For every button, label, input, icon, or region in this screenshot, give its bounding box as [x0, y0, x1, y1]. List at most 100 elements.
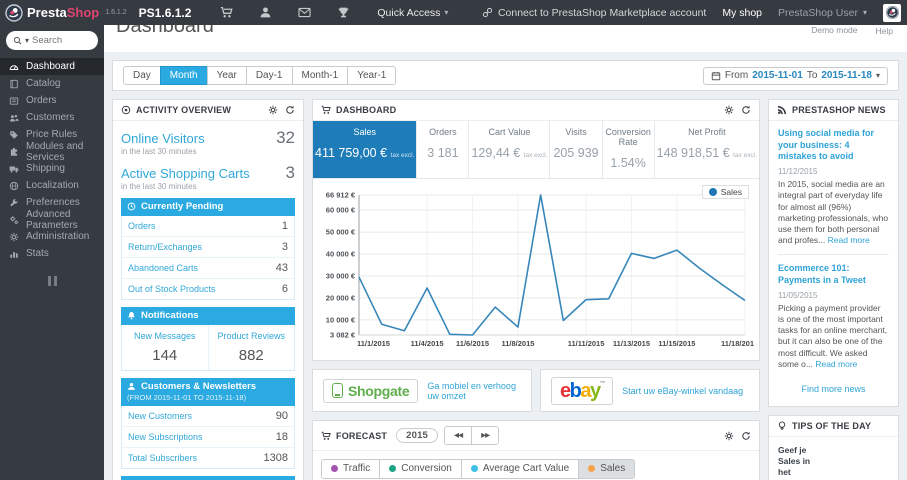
tab-cart-value[interactable]: Cart Value 129,44 € tax excl.	[469, 121, 551, 178]
prestashop-news-panel: PRESTASHOP NEWS Using social media for y…	[768, 99, 899, 408]
tab-sales[interactable]: Sales 411 759,00 € tax excl.	[313, 121, 418, 178]
svg-text:11/13/2015: 11/13/2015	[613, 339, 650, 348]
svg-text:10 000 €: 10 000 €	[326, 315, 356, 324]
shopgate-link[interactable]: Ga mobiel en verhoog uw omzet	[427, 381, 521, 401]
filter-traffic-button[interactable]: Traffic	[321, 459, 381, 479]
gear-icon[interactable]	[724, 105, 734, 115]
shopgate-banner: Shopgate Ga mobiel en verhoog uw omzet	[312, 369, 532, 412]
shopgate-logo: Shopgate	[323, 378, 419, 403]
user-menu[interactable]: PrestaShop User ▾	[778, 7, 867, 19]
range-year-button[interactable]: Year	[206, 66, 247, 85]
filter-conversion-button[interactable]: Conversion	[379, 459, 462, 479]
new-subscriptions-link[interactable]: New Subscriptions	[128, 432, 203, 442]
sidebar-collapse-toggle[interactable]	[0, 276, 104, 286]
total-subscribers-link[interactable]: Total Subscribers	[128, 453, 197, 463]
svg-text:11/11/2015: 11/11/2015	[568, 339, 605, 348]
read-more-link[interactable]: Read more	[815, 359, 857, 369]
avatar[interactable]	[883, 3, 901, 22]
ebay-link[interactable]: Start uw eBay-winkel vandaag	[622, 386, 743, 396]
orders-link[interactable]: Orders	[128, 221, 156, 231]
sidebar-search[interactable]: ▾	[6, 31, 98, 50]
range-month-1-button[interactable]: Month-1	[291, 66, 349, 85]
clock-icon	[127, 202, 136, 211]
new-messages-cell[interactable]: New Messages 144	[122, 325, 209, 370]
shop-version: PS1.6.1.2	[138, 5, 192, 20]
out-of-stock-link[interactable]: Out of Stock Products	[128, 284, 216, 294]
cart-icon	[321, 105, 331, 115]
sidebar-item-dashboard[interactable]: Dashboard	[0, 58, 104, 75]
article-title-link[interactable]: Ecommerce 101: Payments in a Tweet	[778, 263, 889, 286]
find-more-news-link[interactable]: Find more news	[778, 378, 889, 404]
sidebar-item-stats[interactable]: Stats	[0, 245, 104, 262]
panel-title: TIPS OF THE DAY	[792, 421, 872, 432]
currently-pending-section: Currently Pending Orders 1 Return/Exchang…	[121, 198, 295, 300]
filter-sales-button[interactable]: Sales	[578, 459, 636, 479]
svg-text:11/1/2015: 11/1/2015	[357, 339, 390, 348]
book-icon	[9, 79, 19, 89]
forecast-next-button[interactable]: ▸▸	[471, 426, 500, 445]
returns-link[interactable]: Return/Exchanges	[128, 242, 202, 252]
pending-row: Orders 1	[122, 216, 294, 237]
tab-orders[interactable]: Orders 3 181	[417, 121, 470, 178]
online-visitors-stat: Online Visitors 32	[121, 128, 295, 148]
sidebar-item-advanced-parameters[interactable]: Advanced Parameters	[0, 209, 104, 231]
cart-icon[interactable]	[220, 6, 233, 19]
read-more-link[interactable]: Read more	[828, 235, 870, 245]
app-logo[interactable]: PrestaShop 1.6.1.2	[0, 4, 135, 22]
ebay-banner: ebay™ Start uw eBay-winkel vandaag	[540, 369, 760, 412]
range-day-1-button[interactable]: Day-1	[245, 66, 293, 85]
tips-of-the-day-panel: TIPS OF THE DAY Geef je Sales in het bui…	[768, 415, 899, 480]
svg-text:3 082 €: 3 082 €	[330, 331, 356, 340]
mail-icon[interactable]	[298, 6, 311, 19]
sidebar-item-shipping[interactable]: Shipping	[0, 160, 104, 177]
article-date: 11/05/2015	[778, 290, 818, 300]
date-range-picker[interactable]: From 2015-11-01 To 2015-11-18 ▾	[702, 66, 888, 85]
my-shop-link[interactable]: My shop	[722, 7, 762, 19]
product-reviews-cell[interactable]: Product Reviews 882	[209, 325, 295, 370]
refresh-icon[interactable]	[741, 105, 751, 115]
search-scope-caret-icon[interactable]: ▾	[25, 36, 29, 45]
conversion-dot-icon	[389, 465, 397, 472]
search-input[interactable]	[32, 35, 85, 46]
abandoned-carts-link[interactable]: Abandoned Carts	[128, 263, 198, 273]
tab-net-profit[interactable]: Net Profit 148 918,51 € tax excl.	[655, 121, 759, 178]
gauge-icon	[9, 62, 19, 72]
forecast-prev-button[interactable]: ◂◂	[444, 426, 473, 445]
sidebar-item-customers[interactable]: Customers	[0, 109, 104, 126]
chart-legend[interactable]: Sales	[701, 185, 749, 199]
range-year-1-button[interactable]: Year-1	[347, 66, 397, 85]
marketplace-link[interactable]: Connect to PrestaShop Marketplace accoun…	[482, 7, 706, 19]
article-title-link[interactable]: Using social media for your business: 4 …	[778, 128, 889, 163]
new-customers-link[interactable]: New Customers	[128, 411, 192, 421]
sidebar-item-orders[interactable]: Orders	[0, 92, 104, 109]
news-article: Ecommerce 101: Payments in a Tweet 11/05…	[778, 263, 889, 369]
gear-icon[interactable]	[724, 431, 734, 441]
svg-text:50 000 €: 50 000 €	[326, 228, 356, 237]
prestashop-logo-icon	[5, 4, 23, 22]
customers-row: New Customers 90	[122, 406, 294, 427]
active-carts-link[interactable]: Active Shopping Carts	[121, 166, 250, 181]
tab-visits[interactable]: Visits 205 939	[550, 121, 603, 178]
tab-conversion-rate[interactable]: Conversion Rate 1.54%	[603, 121, 655, 178]
svg-text:66 912 €: 66 912 €	[326, 191, 356, 200]
refresh-icon[interactable]	[741, 431, 751, 441]
sidebar-item-administration[interactable]: Administration	[0, 228, 104, 245]
sidebar-item-modules[interactable]: Modules and Services	[0, 141, 104, 163]
gear-icon[interactable]	[268, 105, 278, 115]
svg-text:11/6/2015: 11/6/2015	[456, 339, 489, 348]
quick-access-menu[interactable]: Quick Access ▾	[377, 7, 448, 19]
filter-average-cart-value-button[interactable]: Average Cart Value	[460, 459, 580, 479]
forecast-year[interactable]: 2015	[396, 428, 439, 443]
traffic-dot-icon	[331, 465, 338, 472]
sidebar-item-catalog[interactable]: Catalog	[0, 75, 104, 92]
sidebar-item-localization[interactable]: Localization	[0, 177, 104, 194]
user-icon[interactable]	[259, 6, 272, 19]
tip-heading: Geef je Sales in het buitenland een Boos…	[778, 445, 821, 480]
svg-text:60 000 €: 60 000 €	[326, 206, 356, 215]
online-visitors-link[interactable]: Online Visitors	[121, 131, 205, 146]
range-month-button[interactable]: Month	[159, 66, 208, 85]
refresh-icon[interactable]	[285, 105, 295, 115]
svg-text:11/4/2015: 11/4/2015	[411, 339, 444, 348]
trophy-icon[interactable]	[337, 6, 350, 19]
range-day-button[interactable]: Day	[123, 66, 161, 85]
